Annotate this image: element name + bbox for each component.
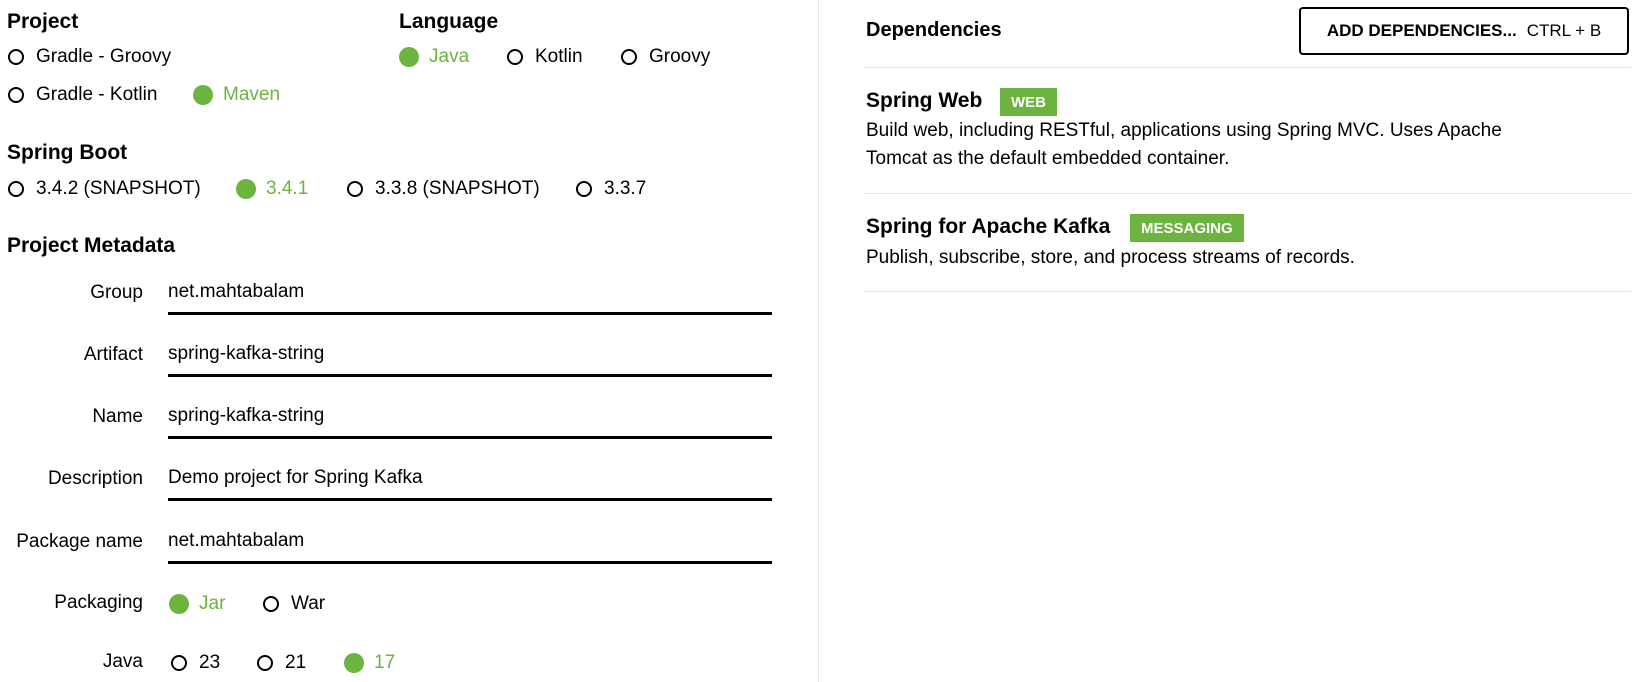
group-input[interactable] xyxy=(168,272,772,315)
artifact-label: Artifact xyxy=(83,344,143,365)
radio-selected-icon xyxy=(169,594,189,614)
radio-maven[interactable]: Maven xyxy=(193,84,280,106)
radio-boot-3-3-8[interactable]: 3.3.8 (SNAPSHOT) xyxy=(347,178,540,200)
dependency-badge: WEB xyxy=(1000,88,1057,116)
radio-circle-icon xyxy=(8,181,24,197)
radio-java-23[interactable]: 23 xyxy=(171,652,220,674)
radio-boot-3-4-1[interactable]: 3.4.1 xyxy=(236,178,308,200)
radio-boot-3-3-7[interactable]: 3.3.7 xyxy=(576,178,646,200)
spring-boot-title: Spring Boot xyxy=(7,141,128,164)
radio-jar[interactable]: Jar xyxy=(169,593,225,615)
radio-gradle-kotlin[interactable]: Gradle - Kotlin xyxy=(8,84,157,106)
name-input[interactable] xyxy=(168,396,772,439)
radio-kotlin[interactable]: Kotlin xyxy=(507,46,583,68)
radio-circle-icon xyxy=(257,655,273,671)
radio-selected-icon xyxy=(344,653,364,673)
radio-selected-icon xyxy=(399,47,419,67)
dependency-name: Spring Web xyxy=(866,89,983,112)
dependency-badge: MESSAGING xyxy=(1130,214,1244,242)
name-label: Name xyxy=(92,406,143,427)
project-metadata-title: Project Metadata xyxy=(7,234,176,257)
radio-java[interactable]: Java xyxy=(399,46,469,68)
artifact-input[interactable] xyxy=(168,334,772,377)
radio-java-17[interactable]: 17 xyxy=(344,652,395,674)
dependency-divider xyxy=(864,193,1631,194)
radio-selected-icon xyxy=(236,179,256,199)
dependency-description: Publish, subscribe, store, and process s… xyxy=(866,247,1355,268)
add-dependencies-label: ADD DEPENDENCIES... xyxy=(1326,21,1517,40)
radio-circle-icon xyxy=(171,655,187,671)
project-title: Project xyxy=(7,10,79,33)
radio-java-21[interactable]: 21 xyxy=(257,652,306,674)
radio-circle-icon xyxy=(621,49,637,65)
column-divider xyxy=(818,0,819,682)
radio-circle-icon xyxy=(347,181,363,197)
radio-boot-3-4-2[interactable]: 3.4.2 (SNAPSHOT) xyxy=(8,178,201,200)
radio-war[interactable]: War xyxy=(263,593,325,615)
add-dependencies-shortcut: CTRL + B xyxy=(1526,21,1602,40)
language-title: Language xyxy=(399,10,499,33)
radio-circle-icon xyxy=(8,87,24,103)
dependency-name: Spring for Apache Kafka xyxy=(866,215,1111,238)
dependency-divider xyxy=(864,291,1631,292)
group-label: Group xyxy=(90,282,143,303)
radio-groovy[interactable]: Groovy xyxy=(621,46,710,68)
dependency-description: Build web, including RESTful, applicatio… xyxy=(866,120,1502,169)
package-name-label: Package name xyxy=(16,531,143,552)
radio-gradle-groovy[interactable]: Gradle - Groovy xyxy=(8,46,171,68)
radio-circle-icon xyxy=(8,49,24,65)
description-label: Description xyxy=(47,468,143,489)
description-input[interactable] xyxy=(168,458,772,501)
packaging-label: Packaging xyxy=(54,592,143,613)
radio-circle-icon xyxy=(263,596,279,612)
package-name-input[interactable] xyxy=(168,521,772,564)
add-dependencies-button[interactable]: ADD DEPENDENCIES... CTRL + B xyxy=(1299,7,1629,55)
radio-circle-icon xyxy=(507,49,523,65)
java-label: Java xyxy=(102,651,143,672)
radio-circle-icon xyxy=(576,181,592,197)
dependencies-divider xyxy=(864,67,1631,68)
radio-selected-icon xyxy=(193,85,213,105)
dependencies-title: Dependencies xyxy=(866,19,1002,41)
